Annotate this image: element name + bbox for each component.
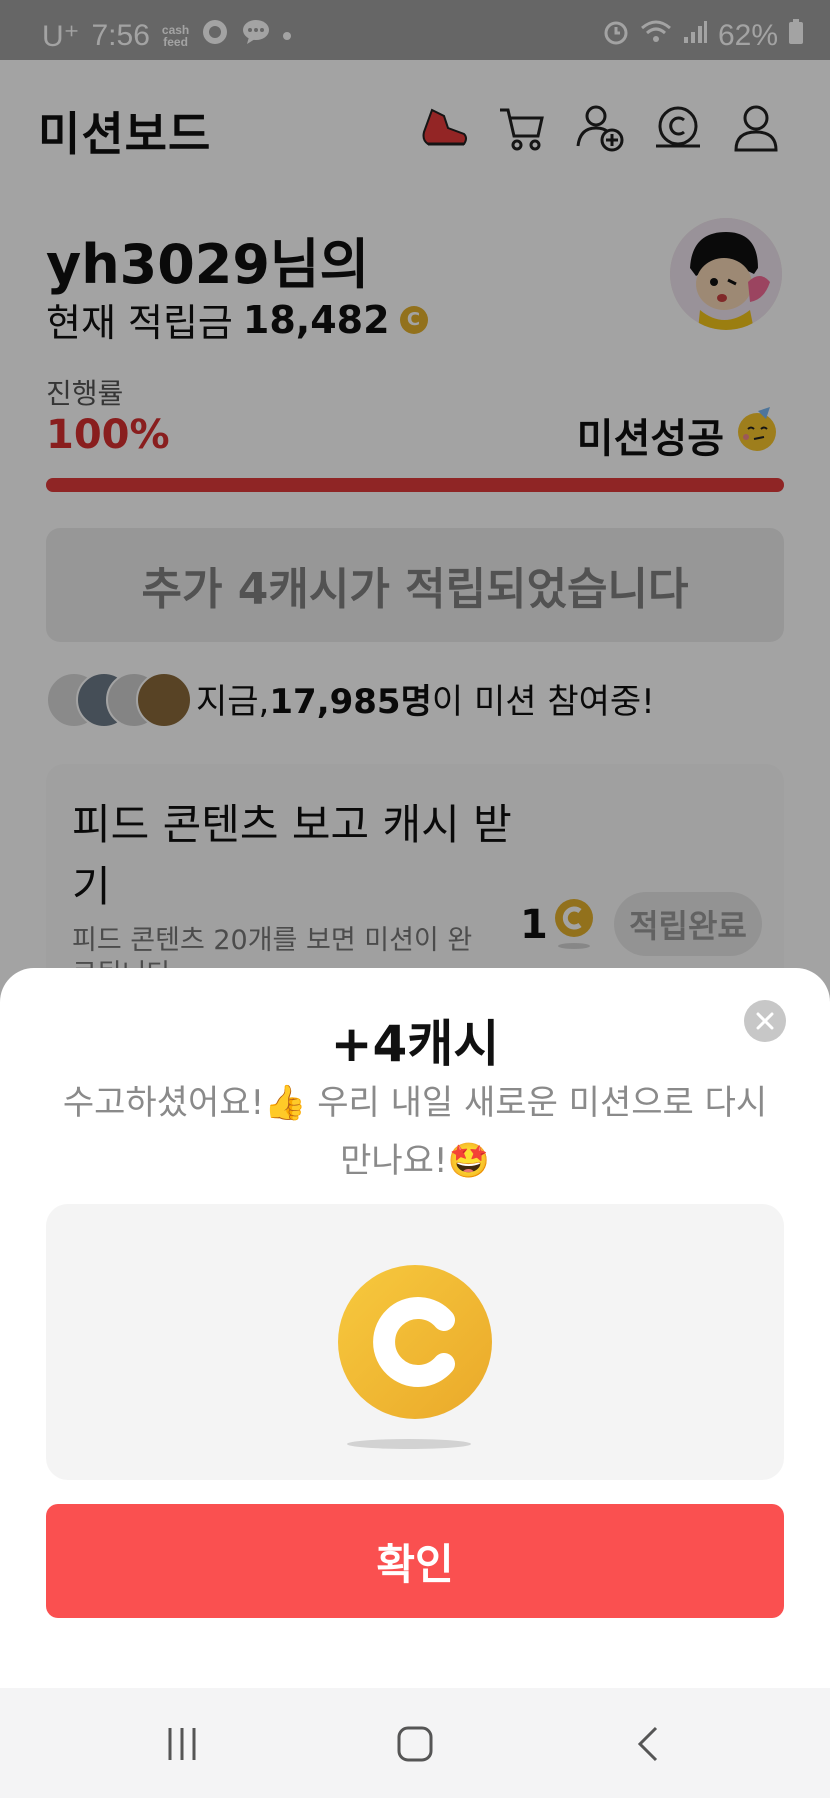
back-button[interactable]: [618, 1716, 678, 1772]
large-coin-icon: [338, 1265, 492, 1449]
recent-apps-button[interactable]: [152, 1716, 212, 1772]
home-button[interactable]: [385, 1716, 445, 1772]
close-icon: [756, 1012, 774, 1030]
reward-message: 수고하셨어요!👍 우리 내일 새로운 미션으로 다시 만나요!🤩: [40, 1074, 790, 1190]
coin-illustration: [46, 1204, 784, 1480]
recent-apps-icon: [168, 1728, 196, 1760]
close-button[interactable]: [744, 1000, 786, 1042]
system-nav-bar: [0, 1688, 830, 1798]
reward-title: +4캐시: [330, 1015, 500, 1073]
reward-message-line1: 수고하셨어요!👍 우리 내일 새로운 미션으로 다시: [62, 1083, 768, 1123]
reward-bottom-sheet: +4캐시 수고하셨어요!👍 우리 내일 새로운 미션으로 다시 만나요!🤩 확인: [0, 968, 830, 1688]
confirm-button[interactable]: 확인: [46, 1504, 784, 1618]
back-icon: [637, 1726, 658, 1762]
home-icon: [397, 1726, 433, 1762]
reward-message-line2: 만나요!🤩: [340, 1141, 490, 1181]
